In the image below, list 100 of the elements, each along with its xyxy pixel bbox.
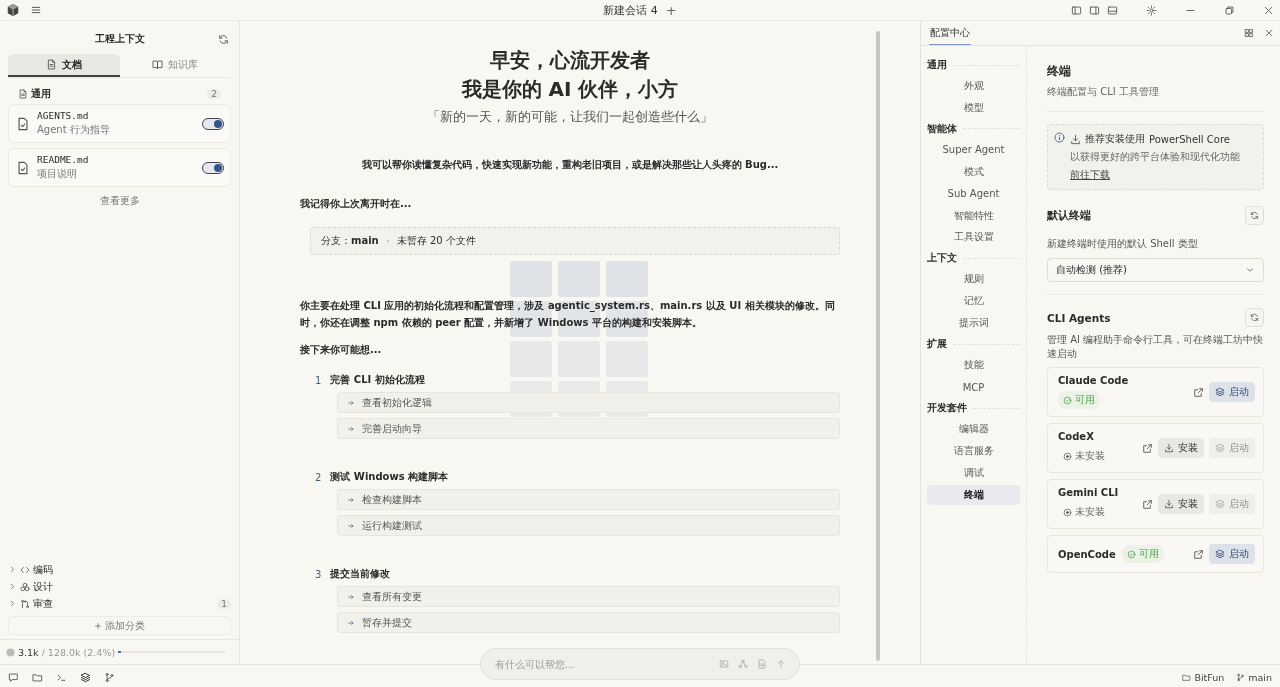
caret-icon	[1245, 265, 1255, 275]
refresh-icon	[1250, 211, 1259, 220]
nav-item[interactable]: 语言服务	[927, 441, 1020, 461]
group-label: 通用	[31, 87, 51, 101]
suggestion-action[interactable]: 运行构建测试	[337, 515, 840, 536]
category-item[interactable]: 审查 1	[8, 595, 231, 612]
file-check-icon	[16, 160, 30, 175]
external-link-icon[interactable]	[1193, 548, 1204, 560]
bottom-panel-icon[interactable]	[1107, 4, 1118, 16]
suggestion-action[interactable]: 查看所有变更	[337, 586, 840, 607]
panel-title: 工程上下文	[94, 32, 145, 46]
category-item[interactable]: 编码	[8, 561, 231, 578]
install-button[interactable]: 安装	[1158, 438, 1204, 458]
page-subtitle: 终端配置与 CLI 工具管理	[1047, 85, 1264, 112]
status-label: 未安装	[1058, 503, 1110, 521]
agent-name: Gemini CLI	[1058, 487, 1119, 498]
layers-icon	[1215, 443, 1225, 453]
nav-item[interactable]: Sub Agent	[927, 183, 1020, 204]
refresh-icon	[1250, 313, 1259, 322]
file-card[interactable]: README.md 项目说明	[8, 148, 231, 187]
status-badge: 可用	[1058, 391, 1100, 409]
project-name[interactable]: BitFun	[1182, 671, 1225, 683]
chat-input[interactable]: 有什么可以帮您...	[480, 648, 800, 680]
menu-icon[interactable]	[30, 4, 42, 16]
nav-item[interactable]: 外观	[927, 76, 1020, 96]
shell-select[interactable]: 自动检测 (推荐)	[1047, 258, 1264, 282]
download-icon	[1070, 133, 1081, 145]
suggestion-action[interactable]: 暂存并提交	[337, 612, 840, 633]
nav-item[interactable]: 提示词	[927, 313, 1020, 334]
file-card[interactable]: AGENTS.md Agent 行为指导	[8, 104, 231, 143]
category-item[interactable]: 设计	[8, 578, 231, 595]
panel-tab[interactable]: 知识库	[119, 54, 231, 77]
file-icon	[18, 89, 28, 99]
layers-icon	[1215, 499, 1225, 509]
toggle-switch[interactable]	[202, 161, 224, 174]
git-branch-icon[interactable]	[104, 671, 115, 683]
suggestion-action[interactable]: 检查构建脚本	[337, 489, 840, 510]
plus-icon	[94, 621, 102, 630]
token-usage-icon	[6, 647, 15, 657]
nav-item[interactable]: 智能特性	[927, 205, 1020, 226]
nodes-icon[interactable]	[738, 659, 748, 669]
git-branch-icon	[1236, 672, 1246, 682]
folder-icon[interactable]	[32, 671, 43, 683]
nav-group-label: 扩展	[927, 337, 947, 352]
refresh-icon[interactable]	[218, 33, 229, 45]
install-button[interactable]: 安装	[1158, 494, 1204, 514]
nav-item[interactable]: MCP	[927, 377, 1020, 398]
nav-item[interactable]: Super Agent	[927, 139, 1020, 160]
external-link-icon[interactable]	[1193, 386, 1204, 398]
nav-item[interactable]: 记忆	[927, 291, 1020, 312]
nav-item[interactable]: 编辑器	[927, 419, 1020, 440]
download-link[interactable]: 前往下载	[1070, 168, 1110, 182]
download-icon	[1164, 499, 1174, 509]
right-panel-icon[interactable]	[1089, 4, 1100, 16]
arrow-icon	[347, 424, 355, 433]
file-check-icon	[16, 116, 30, 131]
restore-icon[interactable]	[1224, 4, 1235, 16]
external-link-icon[interactable]	[1142, 442, 1153, 454]
agent-name: OpenCode	[1058, 548, 1116, 560]
launch-button[interactable]: 启动	[1209, 382, 1255, 402]
grid-icon[interactable]	[1244, 28, 1254, 38]
suggestion-action[interactable]: 查看初始化逻辑	[337, 392, 840, 413]
launch-button[interactable]: 启动	[1209, 544, 1255, 564]
agent-name: CodeX	[1058, 431, 1095, 442]
layers-icon[interactable]	[80, 671, 91, 683]
greeting-heading: 早安，心流开发者 我是你的 AI 伙伴，小方	[460, 47, 680, 103]
left-panel-icon[interactable]	[1071, 4, 1082, 16]
close-icon[interactable]	[1263, 4, 1274, 16]
check-circle-icon	[1063, 395, 1072, 405]
scrollbar[interactable]	[876, 31, 880, 661]
toggle-switch[interactable]	[202, 117, 224, 130]
nav-item[interactable]: 规则	[927, 269, 1020, 290]
design-icon	[20, 581, 30, 592]
nav-item[interactable]: 工具设置	[927, 227, 1020, 248]
check-circle-icon	[1126, 549, 1136, 559]
suggestion-action[interactable]: 完善启动向导	[337, 418, 840, 439]
nav-item[interactable]: 技能	[927, 355, 1020, 376]
nav-item[interactable]: 终端	[927, 484, 1020, 505]
branch-name[interactable]: main	[1236, 671, 1272, 683]
refresh-button[interactable]	[1245, 206, 1264, 225]
nav-item[interactable]: 调试	[927, 462, 1020, 483]
see-more-link[interactable]: 查看更多	[99, 195, 140, 206]
settings-tab[interactable]: 配置中心	[929, 21, 971, 45]
add-category-button[interactable]: 添加分类	[8, 616, 231, 635]
arrow-icon	[347, 398, 355, 407]
external-link-icon[interactable]	[1142, 498, 1153, 510]
nav-group-label: 通用	[927, 58, 947, 72]
product-name: PowerShell Core	[1149, 133, 1230, 145]
new-tab-button[interactable]: +	[665, 2, 677, 18]
section-title: 默认终端	[1047, 208, 1091, 223]
section-hint: 管理 AI 编程助手命令行工具，可在终端工坊中快速启动	[1047, 333, 1264, 361]
close-icon[interactable]	[1264, 28, 1274, 38]
chat-icon[interactable]	[8, 671, 19, 683]
greeting-subtitle: 「新的一天，新的可能，让我们一起创造些什么」	[426, 108, 714, 126]
section-hint: 新建终端时使用的默认 Shell 类型	[1047, 237, 1199, 251]
refresh-button[interactable]	[1245, 308, 1264, 327]
nav-item[interactable]: 模型	[927, 97, 1020, 118]
nav-item[interactable]: 模式	[927, 161, 1020, 182]
panel-tab[interactable]: 文档	[8, 54, 120, 77]
count-badge: 2	[207, 89, 221, 99]
